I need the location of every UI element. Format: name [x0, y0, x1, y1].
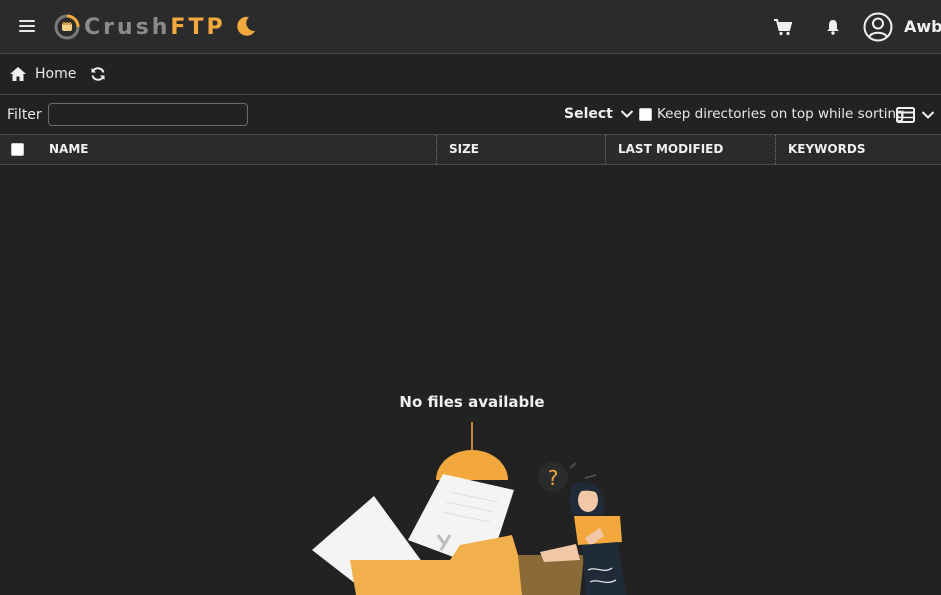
app-logo[interactable]: CrushFTP: [54, 12, 226, 42]
column-divider[interactable]: [775, 135, 776, 164]
username[interactable]: Awb: [904, 17, 941, 36]
table-view-icon: [896, 107, 915, 123]
column-header-keywords[interactable]: KEYWORDS: [788, 135, 865, 164]
column-header-name[interactable]: NAME: [49, 135, 88, 164]
column-header-last-modified[interactable]: LAST MODIFIED: [618, 135, 723, 164]
view-toggle[interactable]: [896, 107, 935, 123]
crushftp-logo-icon: [54, 14, 80, 40]
top-bar: CrushFTP Awb: [0, 0, 941, 54]
refresh-icon[interactable]: [90, 66, 106, 82]
keep-directories-checkbox[interactable]: [639, 107, 652, 121]
bell-icon[interactable]: [826, 19, 840, 35]
breadcrumb-home[interactable]: Home: [35, 66, 76, 82]
moon-icon[interactable]: [235, 15, 257, 37]
select-all-checkbox[interactable]: [11, 143, 24, 156]
chevron-down-icon: [921, 111, 935, 119]
logo-text-crush: Crush: [84, 14, 171, 40]
empty-folder-illustration: ?: [312, 422, 626, 595]
filter-label: Filter: [7, 107, 42, 123]
logo-text-ftp: FTP: [170, 14, 226, 40]
select-label: Select: [564, 106, 613, 122]
keep-directories-label[interactable]: Keep directories on top while sorting: [657, 106, 905, 122]
filter-input[interactable]: [48, 103, 248, 126]
chevron-down-icon: [620, 110, 634, 118]
keep-directories-option: Keep directories on top while sorting: [639, 106, 905, 122]
user-circle-icon[interactable]: [863, 12, 893, 42]
question-mark: ?: [548, 466, 559, 490]
menu-icon[interactable]: [19, 20, 35, 34]
home-icon[interactable]: [9, 66, 27, 82]
cart-icon[interactable]: [773, 17, 793, 37]
column-header-size[interactable]: SIZE: [449, 135, 479, 164]
file-table-header: NAME SIZE LAST MODIFIED KEYWORDS: [0, 135, 941, 165]
column-divider[interactable]: [436, 135, 437, 164]
empty-state-message: No files available: [399, 393, 545, 411]
column-divider[interactable]: [605, 135, 606, 164]
select-dropdown[interactable]: Select: [564, 106, 634, 122]
filter-bar: Filter Select Keep directories on top wh…: [0, 95, 941, 135]
breadcrumb: Home: [0, 55, 941, 95]
